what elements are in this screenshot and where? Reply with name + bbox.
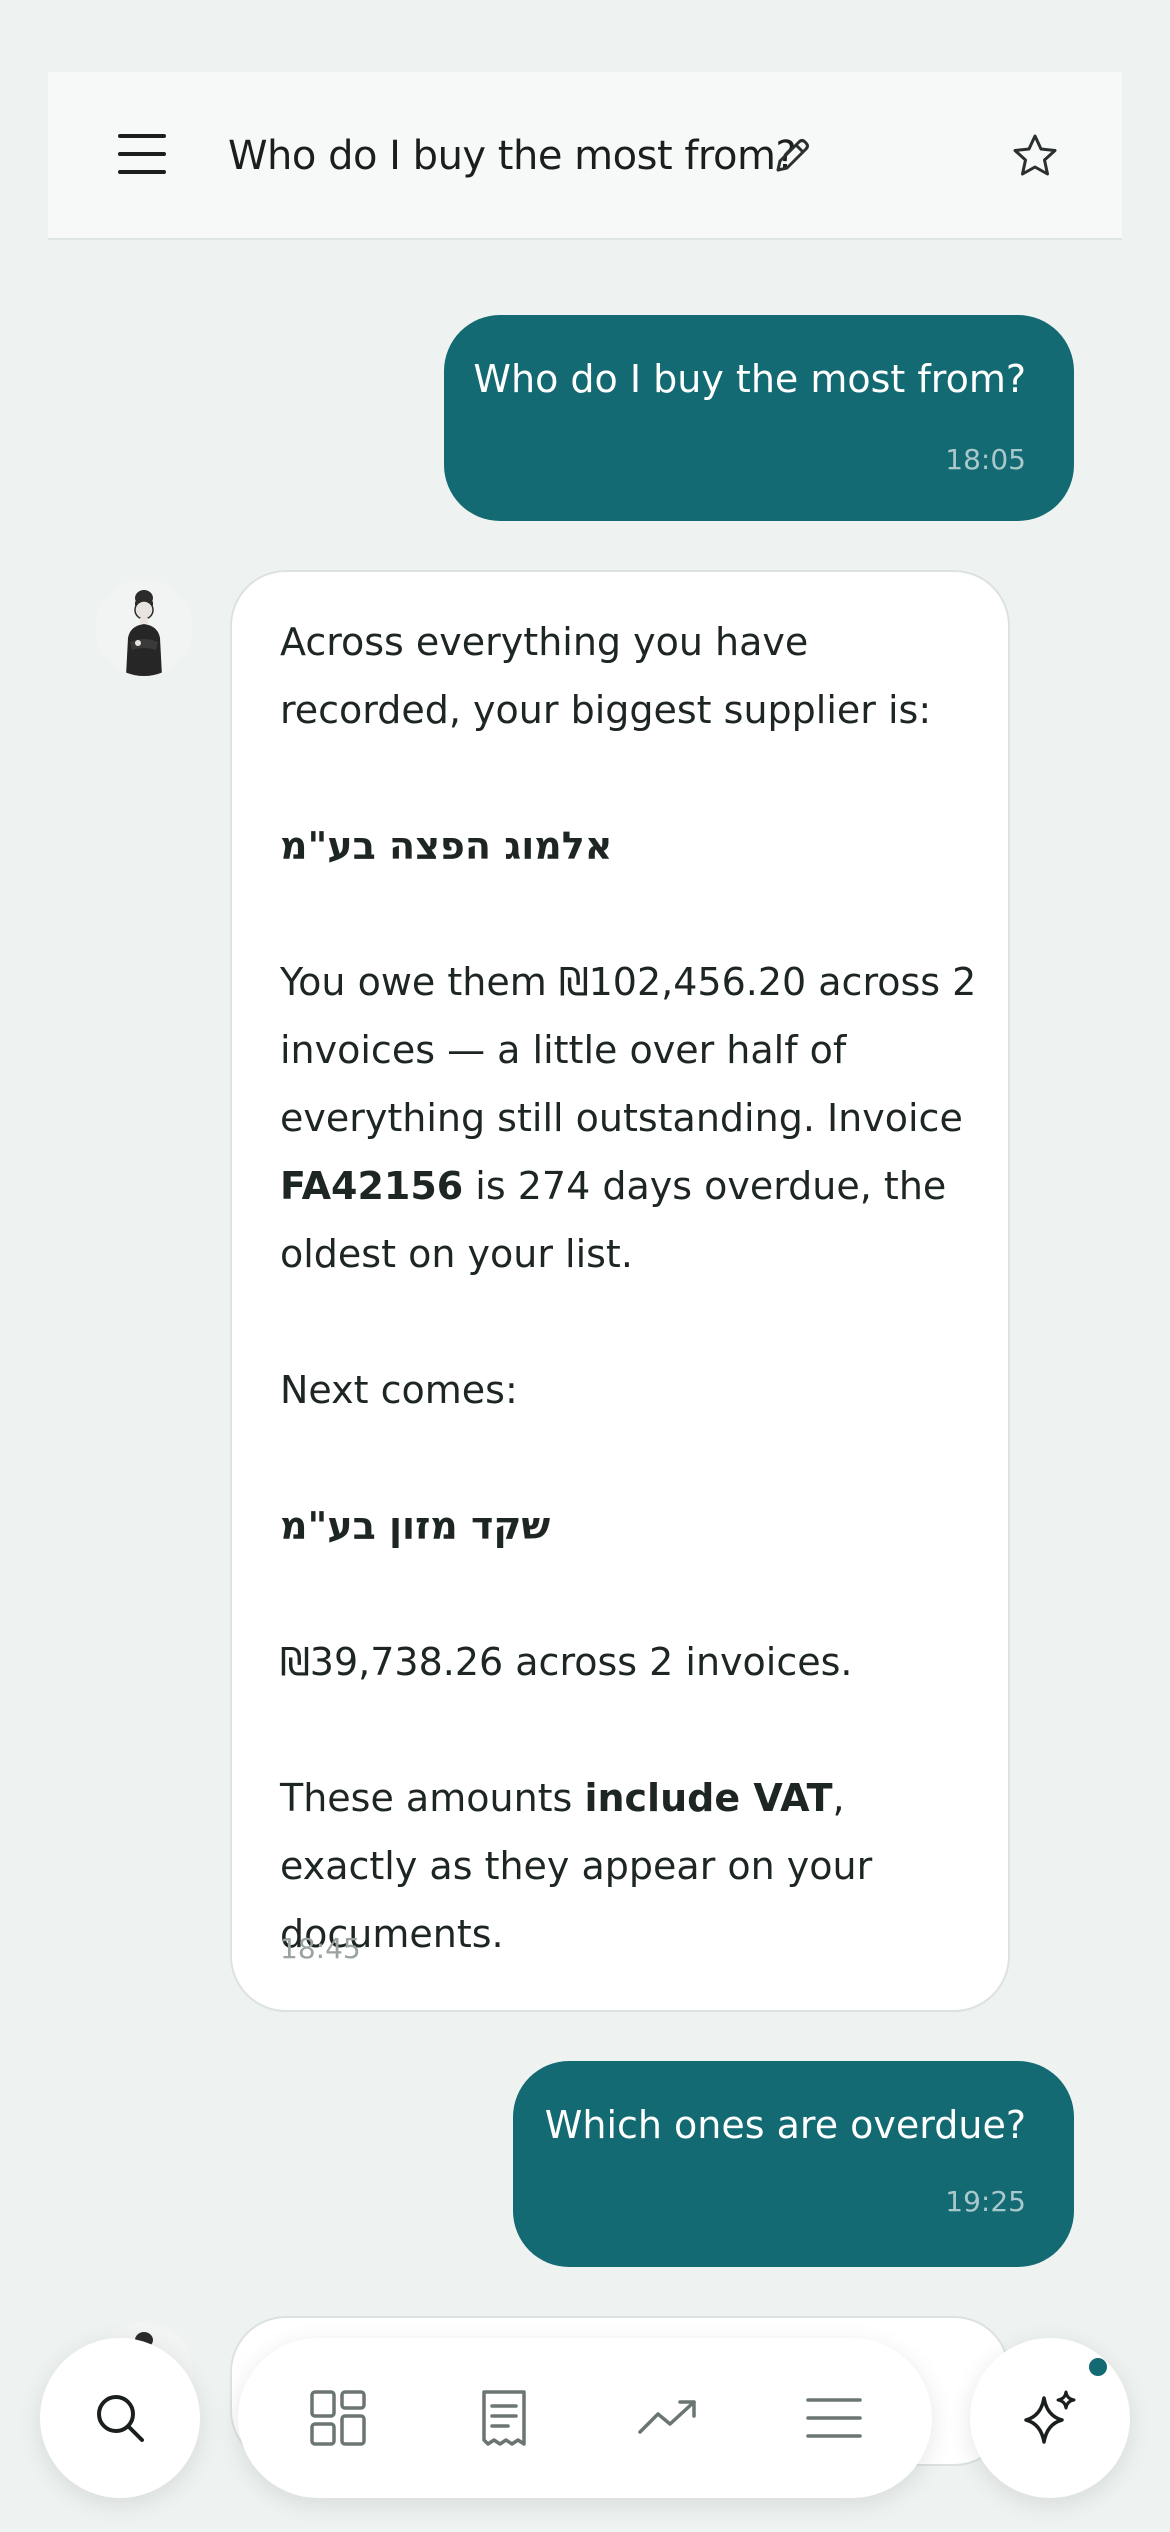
- notification-dot: [1089, 2358, 1107, 2376]
- receipt-icon[interactable]: [474, 2388, 534, 2448]
- message-time: 18:45: [280, 1932, 361, 1965]
- message-time: 18:05: [945, 443, 1026, 476]
- user-message: Which ones are overdue? 19:25: [513, 2061, 1074, 2267]
- list-icon[interactable]: [804, 2388, 864, 2448]
- chat-title: Who do I buy the most from?: [228, 133, 797, 179]
- owed-summary: You owe them ₪102,456.20 across 2 invoic…: [280, 960, 977, 1276]
- assistant-message-body: Across everything you have recorded, you…: [280, 608, 980, 1968]
- search-button[interactable]: [40, 2338, 200, 2498]
- message-text: Which ones are overdue?: [544, 2103, 1026, 2147]
- supplier-name-secondary: שקד מזון בע"מ: [280, 1504, 551, 1548]
- search-icon: [97, 2395, 144, 2442]
- trending-icon[interactable]: [638, 2388, 698, 2448]
- pencil-icon[interactable]: [770, 134, 814, 178]
- assistant-avatar: [96, 580, 192, 676]
- next-label: Next comes:: [280, 1368, 518, 1412]
- dashboard-icon[interactable]: [308, 2388, 368, 2448]
- message-time: 19:25: [945, 2185, 1026, 2218]
- assistant-message: Across everything you have recorded, you…: [230, 570, 1010, 2012]
- user-message: Who do I buy the most from? 18:05: [444, 315, 1074, 521]
- supplier-name-primary: אלמוג הפצה בע"מ: [280, 824, 613, 868]
- menu-icon[interactable]: [118, 132, 166, 176]
- sparkles-icon: [1024, 2390, 1076, 2444]
- bottom-nav-bar: [238, 2338, 932, 2498]
- chat-header: Who do I buy the most from?: [48, 72, 1122, 240]
- invoice-id: FA42156: [280, 1164, 464, 1208]
- intro-text: Across everything you have recorded, you…: [280, 620, 932, 732]
- message-text: Who do I buy the most from?: [473, 357, 1026, 401]
- vat-note: These amounts include VAT, exactly as th…: [280, 1776, 873, 1956]
- secondary-amount: ₪39,738.26 across 2 invoices.: [280, 1640, 853, 1684]
- star-icon[interactable]: [1011, 132, 1059, 180]
